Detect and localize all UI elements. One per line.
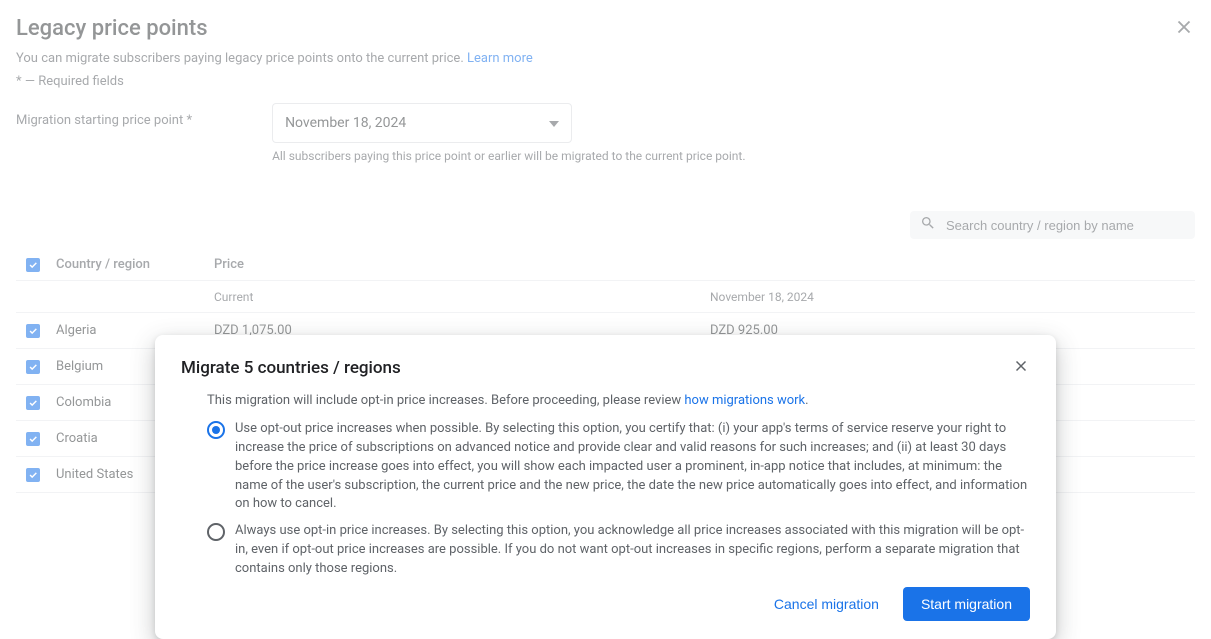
- chevron-down-icon: [549, 115, 559, 131]
- migrate-modal: Migrate 5 countries / regions This migra…: [155, 335, 1056, 639]
- column-header-price: Price: [214, 257, 710, 272]
- column-header-country: Country / region: [56, 257, 214, 272]
- migration-start-label: Migration starting price point *: [16, 103, 192, 128]
- row-checkbox[interactable]: [26, 396, 40, 410]
- migration-start-value: November 18, 2024: [285, 115, 406, 131]
- required-fields-note: * — Required fields: [16, 74, 1195, 89]
- subheader-historical: November 18, 2024: [710, 290, 1195, 304]
- page-subtitle: You can migrate subscribers paying legac…: [16, 51, 1195, 66]
- migration-start-helper: All subscribers paying this price point …: [272, 149, 745, 163]
- radio-opt-in-label: Always use opt-in price increases. By se…: [235, 522, 1030, 579]
- modal-close-icon[interactable]: [1012, 357, 1030, 379]
- search-input[interactable]: [946, 218, 1185, 233]
- row-checkbox[interactable]: [26, 324, 40, 338]
- radio-opt-in[interactable]: [207, 523, 225, 541]
- close-icon[interactable]: [1173, 16, 1195, 42]
- row-checkbox[interactable]: [26, 360, 40, 374]
- how-migrations-work-link[interactable]: how migrations work: [684, 393, 805, 408]
- migration-start-select[interactable]: November 18, 2024: [272, 103, 572, 143]
- row-checkbox[interactable]: [26, 468, 40, 482]
- modal-title: Migrate 5 countries / regions: [181, 358, 401, 378]
- modal-intro-text: This migration will include opt-in price…: [181, 393, 1030, 408]
- start-migration-button[interactable]: Start migration: [903, 587, 1030, 621]
- search-icon: [920, 215, 946, 235]
- page-title: Legacy price points: [16, 16, 208, 41]
- row-checkbox[interactable]: [26, 432, 40, 446]
- select-all-checkbox[interactable]: [26, 258, 40, 272]
- learn-more-link[interactable]: Learn more: [467, 51, 533, 66]
- radio-opt-out-label: Use opt-out price increases when possibl…: [235, 420, 1030, 514]
- subheader-current: Current: [214, 290, 710, 304]
- radio-opt-out[interactable]: [207, 421, 225, 439]
- cancel-migration-button[interactable]: Cancel migration: [764, 588, 889, 620]
- search-box[interactable]: [910, 211, 1195, 239]
